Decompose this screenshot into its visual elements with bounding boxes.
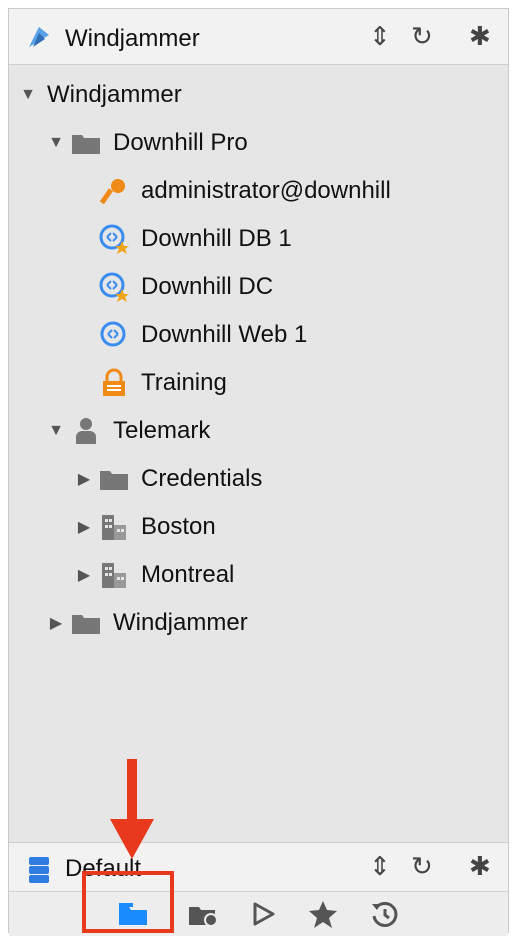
windjammer-logo-icon bbox=[25, 23, 53, 51]
annotation-arrow-icon bbox=[110, 759, 154, 859]
remote-desktop-favorite-icon bbox=[99, 272, 129, 302]
vault-icon[interactable] bbox=[185, 898, 221, 930]
sidebar-panel: Windjammer ⇕ ↻ ✱ ▼ Windjammer ▼ Downhill… bbox=[8, 8, 509, 936]
tree-item-label: administrator@downhill bbox=[141, 177, 391, 204]
tree-item-credentials[interactable]: ▶ Credentials bbox=[75, 457, 263, 501]
tree-item-label: Downhill Pro bbox=[113, 129, 248, 156]
expand-triangle-icon[interactable]: ▼ bbox=[47, 134, 65, 152]
play-icon[interactable] bbox=[245, 898, 281, 930]
collapse-triangle-icon[interactable]: ▶ bbox=[75, 469, 93, 489]
tree-item-label: Training bbox=[141, 369, 227, 396]
person-icon bbox=[71, 417, 101, 445]
tree-item-label: Downhill DB 1 bbox=[141, 225, 292, 252]
vault-title[interactable]: Windjammer bbox=[65, 25, 200, 53]
collapse-triangle-icon[interactable]: ▶ bbox=[75, 517, 93, 537]
refresh-icon[interactable]: ↻ bbox=[411, 21, 433, 52]
lock-icon bbox=[99, 368, 129, 397]
gear-icon[interactable]: ✱ bbox=[469, 21, 491, 52]
annotation-highlight-box bbox=[82, 871, 174, 933]
tree-item-windjammer-folder[interactable]: ▶ Windjammer bbox=[47, 601, 248, 645]
tree-item-montreal[interactable]: ▶ Montreal bbox=[75, 553, 234, 597]
tree-item-label: Credentials bbox=[141, 465, 263, 492]
tree-item-label: Montreal bbox=[141, 561, 235, 588]
vault-header: Windjammer ⇕ ↻ ✱ bbox=[9, 9, 508, 65]
tree-item-telemark[interactable]: ▼ Telemark bbox=[47, 409, 210, 453]
collapse-triangle-icon[interactable]: ▶ bbox=[75, 565, 93, 585]
tree-item-label: Boston bbox=[141, 513, 216, 540]
star-icon[interactable] bbox=[305, 898, 341, 930]
remote-desktop-favorite-icon bbox=[99, 224, 129, 254]
expand-triangle-icon[interactable]: ▼ bbox=[47, 422, 65, 440]
tree-item-label: Downhill DC bbox=[141, 273, 274, 300]
tree-item-downhill-web-1[interactable]: Downhill Web 1 bbox=[93, 313, 307, 357]
tree-item-downhill-db-1[interactable]: Downhill DB 1 bbox=[93, 217, 292, 261]
building-icon bbox=[99, 561, 129, 589]
tree-item-windjammer-root[interactable]: ▼ Windjammer bbox=[19, 73, 182, 117]
key-icon bbox=[99, 177, 129, 205]
building-icon bbox=[99, 513, 129, 541]
folder-icon bbox=[71, 129, 101, 157]
tree-item-training[interactable]: Training bbox=[93, 361, 227, 405]
folder-icon bbox=[71, 609, 101, 637]
tree-item-downhill-dc[interactable]: Downhill DC bbox=[93, 265, 273, 309]
tree-item-boston[interactable]: ▶ Boston bbox=[75, 505, 216, 549]
sort-icon[interactable]: ⇕ bbox=[369, 851, 391, 882]
folder-icon bbox=[99, 465, 129, 493]
gear-icon[interactable]: ✱ bbox=[469, 851, 491, 882]
tree-item-downhill-pro[interactable]: ▼ Downhill Pro bbox=[47, 121, 248, 165]
tree-item-label: Downhill Web 1 bbox=[141, 321, 308, 348]
remote-desktop-icon bbox=[99, 321, 129, 349]
history-icon[interactable] bbox=[367, 898, 403, 930]
tree-item-label: Windjammer bbox=[47, 81, 182, 108]
database-icon bbox=[25, 855, 53, 883]
tree-item-label: Windjammer bbox=[113, 609, 248, 636]
collapse-triangle-icon[interactable]: ▶ bbox=[47, 613, 65, 633]
tree-item-administrator[interactable]: administrator@downhill bbox=[93, 169, 391, 213]
refresh-icon[interactable]: ↻ bbox=[411, 851, 433, 882]
tree-item-label: Telemark bbox=[113, 417, 211, 444]
expand-triangle-icon[interactable]: ▼ bbox=[19, 86, 37, 104]
sort-icon[interactable]: ⇕ bbox=[369, 21, 391, 52]
